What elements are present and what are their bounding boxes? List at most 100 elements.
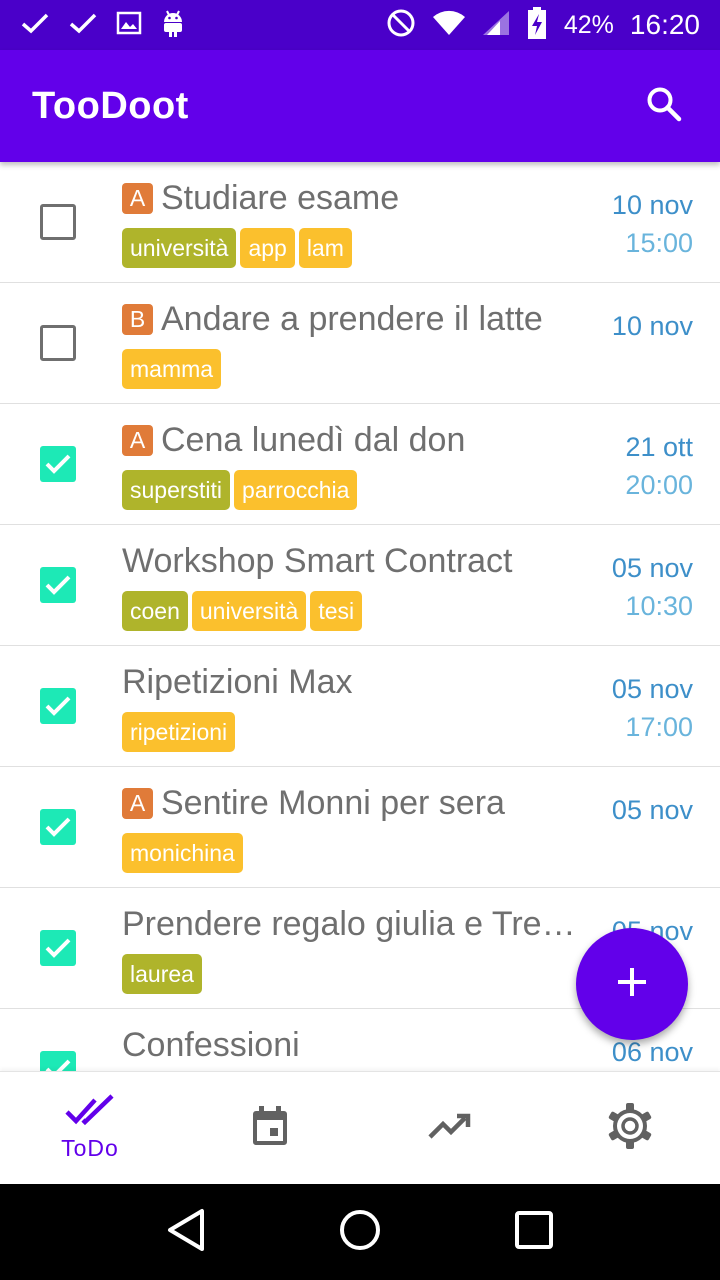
task-tags: laurea [122,954,592,994]
task-title-line: Prendere regalo giulia e Tre… [122,904,592,944]
task-checkbox[interactable] [40,1051,76,1071]
tag-chip: coen [122,591,188,631]
task-title-line: Confessioni [122,1025,592,1065]
task-checkbox[interactable] [40,930,76,966]
task-due: 05 nov [612,791,693,829]
task-content: A Cena lunedì dal don superstiti parrocchia [122,420,592,510]
task-tags: monichina [122,833,592,873]
task-row[interactable]: Workshop Smart Contract coen università tes… [0,525,720,646]
clock: 16:20 [629,9,700,40]
task-time: 20:00 [625,470,693,500]
task-due: 05 nov 10:30 [612,549,693,625]
checkmark-icon [45,938,71,958]
task-checkbox[interactable] [40,446,76,482]
search-button[interactable] [640,82,688,130]
task-title: Confessioni [122,1025,300,1064]
task-title-line: A Studiare esame [122,178,592,218]
add-task-button[interactable] [576,928,688,1040]
tag-chip: superstiti [122,470,231,510]
nav-item-todo[interactable]: ToDo [0,1072,180,1184]
tag-chip: app [240,228,295,268]
tag-chip: monichina [122,833,243,873]
wifi-icon [432,10,466,41]
task-checkbox[interactable] [40,204,76,240]
checkmark-icon [45,1059,71,1071]
nav-label-todo: ToDo [61,1135,119,1161]
done-all-icon [65,1094,115,1133]
task-title: Cena lunedì dal don [161,420,466,459]
battery-charging-icon [526,6,548,45]
task-title-line: Ripetizioni Max [122,662,592,702]
check-icon [68,11,98,40]
task-checkbox[interactable] [40,567,76,603]
task-checkbox[interactable] [40,809,76,845]
task-date: 21 ott [625,432,693,462]
back-icon[interactable] [166,1208,206,1257]
task-tags: ripetizioni [122,712,592,752]
task-title-line: B Andare a prendere il latte [122,299,592,339]
tag-chip: università [122,228,237,268]
nav-item-settings[interactable] [540,1072,720,1184]
screen: 42% 16:20 TooDoot A Studiare esame univers… [0,0,720,1280]
task-date: 05 nov [611,553,693,583]
task-tags: coen università tesi [122,591,592,631]
tag-chip: mamma [122,349,222,389]
system-navigation-bar [0,1184,720,1280]
task-content: Prendere regalo giulia e Tre… laurea [122,904,592,994]
do-not-disturb-icon [386,8,416,43]
recents-icon[interactable] [514,1210,554,1255]
nav-item-calendar[interactable] [180,1072,360,1184]
tag-chip: ripetizioni [122,712,236,752]
task-due: 05 nov 17:00 [612,670,693,746]
task-row[interactable]: B Andare a prendere il latte mamma 10 nov [0,283,720,404]
task-checkbox[interactable] [40,325,76,361]
task-due: 10 nov 15:00 [612,186,693,262]
task-date: 05 nov [611,795,693,825]
task-title-line: Workshop Smart Contract [122,541,592,581]
search-icon [645,85,683,128]
task-title: Andare a prendere il latte [161,299,543,338]
checkmark-icon [45,575,71,595]
app-bar: TooDoot [0,50,720,162]
task-due: 21 ott 20:00 [625,428,693,504]
task-content: Workshop Smart Contract coen università tes… [122,541,592,631]
task-title-line: A Cena lunedì dal don [122,420,592,460]
android-icon [160,8,186,43]
checkmark-icon [45,696,71,716]
task-title: Studiare esame [161,178,400,217]
task-time: 10:30 [625,591,693,621]
add-icon [615,965,649,1004]
priority-badge: A [122,787,153,819]
task-tags: superstiti parrocchia [122,470,592,510]
task-row[interactable]: Ripetizioni Max ripetizioni 05 nov 17:00 [0,646,720,767]
trending-up-icon [428,1111,472,1146]
task-date: 10 nov [611,190,693,220]
task-content: Confessioni [122,1025,592,1065]
task-title: Sentire Monni per sera [161,783,505,822]
home-icon[interactable] [338,1208,382,1257]
task-date: 10 nov [611,311,693,341]
task-title: Prendere regalo giulia e Tre… [122,904,576,943]
settings-gear-icon [605,1101,655,1156]
checkmark-icon [45,817,71,837]
task-tags: università app lam [122,228,592,268]
app-title: TooDoot [32,84,189,127]
task-title-line: A Sentire Monni per sera [122,783,592,823]
task-due: 10 nov [612,307,693,345]
task-time: 15:00 [625,228,693,258]
nav-item-stats[interactable] [360,1072,540,1184]
task-row[interactable]: A Sentire Monni per sera monichina 05 nov [0,767,720,888]
priority-badge: B [122,303,153,335]
task-row[interactable]: A Studiare esame università app lam 10 nov 15:… [0,162,720,283]
task-title: Ripetizioni Max [122,662,353,701]
task-row[interactable]: A Cena lunedì dal don superstiti parrocchia… [0,404,720,525]
tag-chip: università [191,591,307,631]
task-content: A Studiare esame università app lam [122,178,592,268]
task-checkbox[interactable] [40,688,76,724]
signal-icon [482,10,510,41]
calendar-icon [251,1105,289,1152]
task-content: Ripetizioni Max ripetizioni [122,662,592,752]
task-date: 05 nov [611,674,693,704]
check-icon [20,11,50,40]
image-icon [116,11,142,40]
